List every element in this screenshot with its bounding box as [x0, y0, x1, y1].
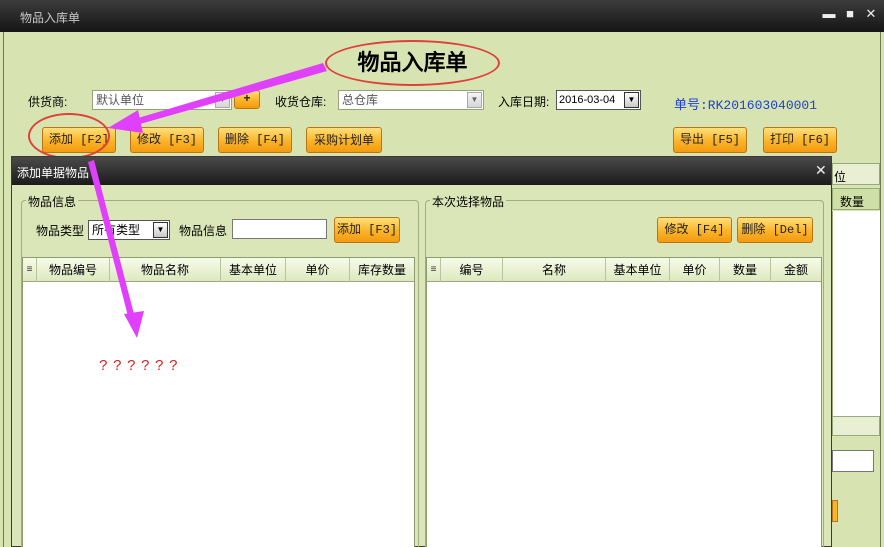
supplier-value: 默认单位: [96, 93, 145, 107]
col-header[interactable]: 单价: [670, 258, 720, 282]
chevron-down-icon: ▼: [153, 222, 168, 238]
item-list-header: ≡ 物品编号 物品名称 基本单位 单价 库存数量: [23, 258, 414, 282]
col-header[interactable]: 物品名称: [110, 258, 221, 282]
window-title: 物品入库单: [20, 11, 81, 25]
form-heading: 物品入库单: [325, 40, 500, 86]
supplier-select[interactable]: 默认单位 ▼: [92, 90, 232, 110]
chevron-down-icon: ▼: [215, 92, 230, 108]
date-label: 入库日期:: [498, 95, 550, 109]
chevron-down-icon: ▼: [467, 92, 482, 108]
col-header[interactable]: 名称: [503, 258, 606, 282]
annotation-question-marks: ??????: [99, 358, 184, 375]
warehouse-select[interactable]: 总仓库 ▼: [338, 90, 484, 110]
col-header[interactable]: 数量: [720, 258, 771, 282]
item-info-label: 物品信息: [26, 193, 79, 210]
print-button[interactable]: 打印 [F6]: [763, 127, 837, 153]
selected-items-grid[interactable]: ≡ 编号 名称 基本单位 单价 数量 金额: [426, 257, 822, 547]
background-button-edge: [832, 500, 838, 522]
background-grid-header2: 数量: [832, 188, 880, 210]
supplier-label: 供货商:: [28, 95, 68, 109]
background-total-field: [832, 450, 874, 472]
background-grid-header: 位: [832, 163, 880, 185]
col-header[interactable]: 编号: [441, 258, 503, 282]
item-type-label: 物品类型: [36, 224, 85, 238]
minimize-icon[interactable]: ▬: [822, 6, 836, 22]
grid-mark-icon: ≡: [427, 258, 441, 282]
background-col-partial: 位: [834, 170, 847, 184]
window-titlebar: 物品入库单 ▬ ■ ✕: [0, 0, 884, 32]
warehouse-label: 收货仓库:: [275, 95, 327, 109]
col-header[interactable]: 基本单位: [221, 258, 286, 282]
col-header[interactable]: 基本单位: [606, 258, 670, 282]
selected-items-header: ≡ 编号 名称 基本单位 单价 数量 金额: [427, 258, 821, 282]
col-header[interactable]: 库存数量: [350, 258, 414, 282]
highlight-oval: [28, 113, 110, 159]
col-header[interactable]: 金额: [771, 258, 821, 282]
background-grid-footer: [832, 416, 880, 436]
document-number: 单号:RK201603040001: [674, 98, 818, 113]
edit-item-button[interactable]: 修改 [F3]: [130, 127, 204, 153]
delete-item-button[interactable]: 删除 [F4]: [218, 127, 292, 153]
selected-items-label: 本次选择物品: [430, 193, 507, 210]
date-value: 2016-03-04: [559, 94, 616, 106]
item-type-select[interactable]: 所有类型 ▼: [88, 220, 170, 240]
item-info-field-label: 物品信息: [179, 224, 228, 238]
add-items-dialog: 添加单据物品 ✕ 物品信息 物品类型 所有类型 ▼ 物品信息 添加 [F3] ≡…: [11, 156, 832, 547]
item-info-input[interactable]: [232, 219, 327, 239]
background-grid-body: [832, 211, 880, 416]
dialog-title: 添加单据物品: [17, 166, 90, 180]
grid-mark-icon: ≡: [23, 258, 37, 282]
close-icon[interactable]: ✕: [864, 6, 878, 22]
maximize-icon[interactable]: ■: [843, 6, 857, 22]
warehouse-value: 总仓库: [342, 93, 379, 107]
dialog-titlebar: 添加单据物品 ✕: [12, 157, 831, 185]
dialog-add-button[interactable]: 添加 [F3]: [334, 217, 400, 243]
date-picker[interactable]: 2016-03-04 ▼: [556, 90, 641, 110]
chevron-down-icon: ▼: [624, 92, 639, 108]
col-header[interactable]: 单价: [286, 258, 350, 282]
dialog-edit-button[interactable]: 修改 [F4]: [657, 217, 732, 243]
item-list-grid[interactable]: ≡ 物品编号 物品名称 基本单位 单价 库存数量: [22, 257, 415, 547]
export-button[interactable]: 导出 [F5]: [673, 127, 747, 153]
col-header[interactable]: 物品编号: [37, 258, 110, 282]
dialog-delete-button[interactable]: 删除 [Del]: [737, 217, 813, 243]
item-type-value: 所有类型: [92, 223, 141, 237]
background-col-qty: 数量: [840, 195, 865, 209]
purchase-plan-button[interactable]: 采购计划单: [306, 127, 382, 153]
add-supplier-button[interactable]: +: [234, 90, 260, 109]
dialog-close-icon[interactable]: ✕: [815, 162, 827, 179]
